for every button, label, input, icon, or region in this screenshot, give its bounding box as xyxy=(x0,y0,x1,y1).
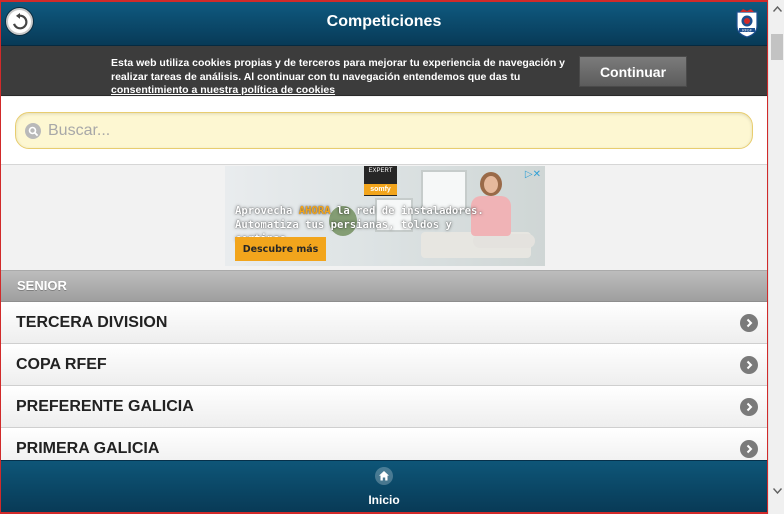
list-item-tercera-division[interactable]: TERCERA DIVISION xyxy=(1,302,767,344)
scroll-down-arrow-icon[interactable] xyxy=(769,482,784,499)
list-item-preferente-galicia[interactable]: PREFERENTE GALICIA xyxy=(1,386,767,428)
ad-headline-highlight: AHORA xyxy=(298,205,331,217)
cookie-message: Esta web utiliza cookies propias y de te… xyxy=(111,57,566,98)
footer-nav: Inicio xyxy=(1,460,767,512)
continue-button[interactable]: Continuar xyxy=(579,56,687,87)
chevron-right-icon xyxy=(740,398,758,416)
list-item-copa-rfef[interactable]: COPA RFEF xyxy=(1,344,767,386)
header-bar: Competiciones RFGF xyxy=(1,2,767,46)
home-button[interactable]: Inicio xyxy=(344,465,424,511)
chevron-right-icon xyxy=(740,314,758,332)
competition-list: TERCERA DIVISION COPA RFEF PREFERENTE GA… xyxy=(1,302,767,470)
ad-brand-top: EXPERT xyxy=(368,168,393,174)
crest-icon: RFGF xyxy=(736,9,758,38)
scrollbar-thumb[interactable] xyxy=(771,34,783,60)
page-title: Competiciones xyxy=(326,13,442,30)
search-box[interactable] xyxy=(15,112,753,149)
search-area xyxy=(1,97,767,165)
ad-person-image xyxy=(484,176,498,193)
app-frame: Competiciones RFGF Esta web utiliza cook… xyxy=(0,0,768,514)
list-item-label: TERCERA DIVISION xyxy=(16,314,168,331)
logo-text: RFGF xyxy=(742,28,753,32)
scroll-up-arrow-icon[interactable] xyxy=(769,0,784,17)
ad-cta-button[interactable]: Descubre más xyxy=(235,237,326,261)
advertisement-banner[interactable]: EXPERT somfy ▷✕ Aprovecha AHORA la red d… xyxy=(225,166,545,266)
ad-container: EXPERT somfy ▷✕ Aprovecha AHORA la red d… xyxy=(1,165,767,270)
ad-brand-badge: EXPERT somfy xyxy=(364,166,397,196)
search-icon xyxy=(25,123,41,139)
home-icon xyxy=(375,467,393,485)
cookie-text: Esta web utiliza cookies propias y de te… xyxy=(111,57,566,83)
ad-brand-name: somfy xyxy=(364,184,397,195)
ad-headline-pre: Aprovecha xyxy=(235,205,299,217)
ad-headline-post: la red de instaladores. xyxy=(330,205,484,217)
cookie-policy-link[interactable]: consentimiento a nuestra política de coo… xyxy=(111,84,335,96)
vertical-scrollbar[interactable] xyxy=(768,0,784,514)
chevron-right-icon xyxy=(740,356,758,374)
list-item-label: COPA RFEF xyxy=(16,356,107,373)
adchoices-icon[interactable]: ▷✕ xyxy=(517,169,541,181)
list-item-label: PREFERENTE GALICIA xyxy=(16,398,194,415)
cookie-banner: Esta web utiliza cookies propias y de te… xyxy=(1,46,767,96)
home-label: Inicio xyxy=(368,493,400,507)
section-header-senior: SENIOR xyxy=(1,270,767,302)
chevron-right-icon xyxy=(740,440,758,458)
federation-logo[interactable]: RFGF xyxy=(733,7,761,39)
search-input[interactable] xyxy=(48,119,738,143)
